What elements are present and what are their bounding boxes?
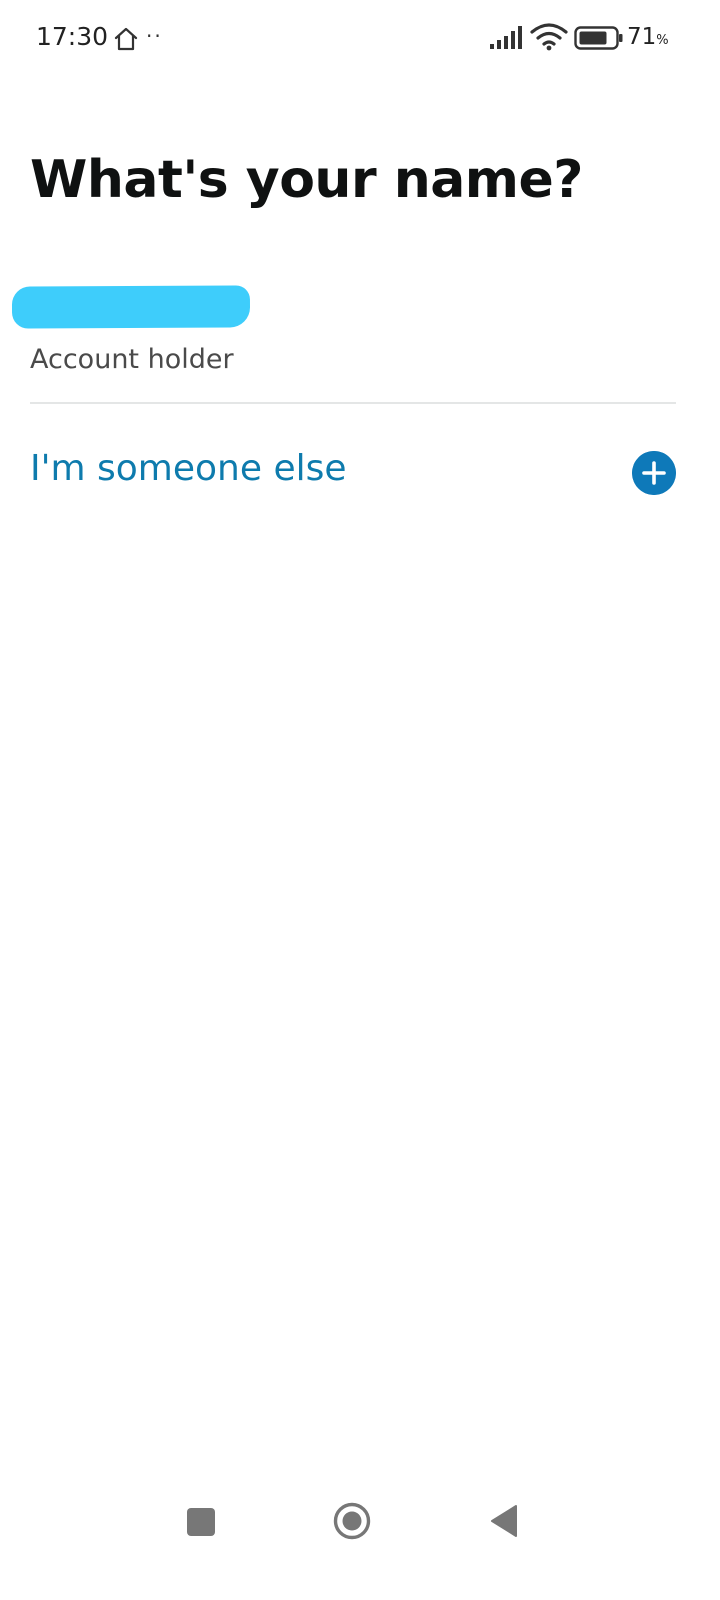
battery-unit: % <box>656 33 669 48</box>
status-bar: 17:30 ·· 71% <box>0 0 720 78</box>
wifi-icon <box>530 23 568 51</box>
profile-row-account-holder[interactable]: Account holder <box>0 270 720 404</box>
cellular-signal-icon <box>490 26 522 49</box>
profile-name-redacted <box>11 285 251 329</box>
page-title: What's your name? <box>30 150 583 210</box>
plus-circle-icon[interactable] <box>632 451 676 495</box>
notification-dots: ·· <box>146 24 163 48</box>
status-time: 17:30 <box>36 22 109 51</box>
home-outline-icon <box>114 27 138 51</box>
home-circle-icon[interactable] <box>333 1502 371 1540</box>
battery-level-value: 71 <box>627 24 657 50</box>
battery-icon <box>574 26 623 50</box>
navigation-bar <box>0 1480 720 1570</box>
someone-else-label: I'm someone else <box>30 448 347 489</box>
back-triangle-icon[interactable] <box>490 1504 518 1538</box>
divider <box>30 402 676 404</box>
someone-else-row[interactable]: I'm someone else <box>0 430 720 516</box>
recent-apps-square-icon[interactable] <box>187 1508 215 1536</box>
battery-percentage: 71% <box>627 24 669 50</box>
profile-role-label: Account holder <box>30 344 234 375</box>
